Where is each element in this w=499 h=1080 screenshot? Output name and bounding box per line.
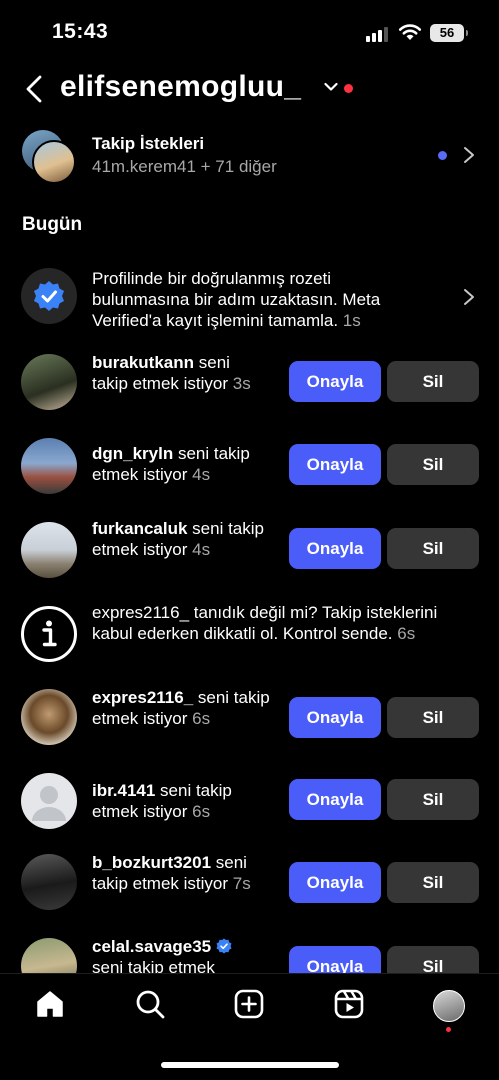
follow-request-item: ibr.4141 seni takip etmek istiyor 6s Ona… <box>0 771 499 833</box>
unread-dot <box>438 151 447 160</box>
header: elifsenemogluu_ <box>0 64 499 116</box>
avatar[interactable] <box>21 854 77 910</box>
request-username[interactable]: furkancaluk <box>92 519 187 538</box>
request-text: dgn_kryln seni takip etmek istiyor 4s <box>92 443 282 485</box>
profile-avatar[interactable] <box>433 990 465 1022</box>
verified-badge-icon <box>34 281 64 311</box>
request-text: celal.savage35 seni takip etmek <box>92 936 282 976</box>
request-username[interactable]: burakutkann <box>92 353 194 372</box>
request-username[interactable]: dgn_kryln <box>92 444 173 463</box>
request-username[interactable]: celal.savage35 <box>92 937 211 956</box>
request-time: 6s <box>192 709 211 728</box>
cellular-signal-icon <box>366 26 392 42</box>
create-icon[interactable] <box>233 988 265 1020</box>
request-text: furkancaluk seni takip etmek istiyor 4s <box>92 518 270 560</box>
delete-button[interactable]: Sil <box>387 779 479 820</box>
request-time: 7s <box>232 874 251 893</box>
home-icon[interactable] <box>34 988 66 1020</box>
request-text: expres2116_ seni takip etmek istiyor 6s <box>92 687 270 729</box>
status-bar: 15:43 56 <box>0 0 499 64</box>
chevron-right-icon <box>464 147 474 163</box>
avatar[interactable] <box>21 354 77 410</box>
delete-button[interactable]: Sil <box>387 528 479 569</box>
request-username[interactable]: b_bozkurt3201 <box>92 853 211 872</box>
chevron-right-icon <box>464 289 474 305</box>
safety-username: expres2116_ <box>92 603 190 622</box>
approve-button[interactable]: Onayla <box>289 528 381 569</box>
account-notification-dot <box>344 84 353 93</box>
verified-badge-avatar <box>21 268 77 324</box>
battery-indicator: 56 <box>430 24 468 42</box>
follow-requests-row[interactable]: Takip İstekleri 41m.kerem41 + 71 diğer <box>0 128 499 186</box>
approve-button[interactable]: Onayla <box>289 361 381 402</box>
notice-time: 1s <box>342 311 361 330</box>
request-text: burakutkann seni takip etmek istiyor 3s <box>92 352 270 394</box>
request-text: b_bozkurt3201 seni takip etmek istiyor 7… <box>92 852 282 894</box>
follow-request-item: dgn_kryln seni takip etmek istiyor 4s On… <box>0 436 499 498</box>
safety-text: expres2116_ tanıdık değil mi? Takip iste… <box>92 602 472 644</box>
notice-message: Profilinde bir doğrulanmış rozeti bulunm… <box>92 269 381 330</box>
stacked-avatars <box>22 130 76 184</box>
request-time: 6s <box>192 802 211 821</box>
safety-time: 6s <box>397 624 416 643</box>
follow-request-item: b_bozkurt3201 seni takip etmek istiyor 7… <box>0 852 499 918</box>
delete-button[interactable]: Sil <box>387 444 479 485</box>
avatar[interactable] <box>21 438 77 494</box>
meta-verified-notification[interactable]: Profilinde bir doğrulanmış rozeti bulunm… <box>0 266 499 332</box>
status-time: 15:43 <box>52 20 109 43</box>
delete-button[interactable]: Sil <box>387 361 479 402</box>
verified-check-icon <box>216 938 232 954</box>
info-icon <box>21 606 77 662</box>
profile-notification-dot <box>446 1027 451 1032</box>
approve-button[interactable]: Onayla <box>289 779 381 820</box>
section-title-today: Bugün <box>22 214 83 235</box>
request-text: ibr.4141 seni takip etmek istiyor 6s <box>92 780 282 822</box>
request-username[interactable]: ibr.4141 <box>92 781 155 800</box>
chevron-down-icon[interactable] <box>324 82 338 92</box>
follow-request-item: burakutkann seni takip etmek istiyor 3s … <box>0 352 499 414</box>
approve-button[interactable]: Onayla <box>289 862 381 903</box>
meta-verified-text: Profilinde bir doğrulanmış rozeti bulunm… <box>92 268 432 331</box>
search-icon[interactable] <box>134 988 166 1020</box>
delete-button[interactable]: Sil <box>387 946 479 976</box>
follow-requests-title: Takip İstekleri <box>92 134 205 153</box>
approve-button[interactable]: Onayla <box>289 946 381 976</box>
request-time: 3s <box>232 374 251 393</box>
delete-button[interactable]: Sil <box>387 697 479 738</box>
account-username[interactable]: elifsenemogluu_ <box>60 70 301 104</box>
safety-notification[interactable]: expres2116_ tanıdık değil mi? Takip iste… <box>0 602 499 668</box>
request-time: 4s <box>192 465 211 484</box>
follow-request-item: furkancaluk seni takip etmek istiyor 4s … <box>0 518 499 584</box>
home-indicator <box>161 1062 339 1068</box>
default-avatar[interactable] <box>21 773 77 829</box>
avatar[interactable] <box>21 938 77 976</box>
avatar[interactable] <box>21 522 77 578</box>
wifi-icon <box>398 24 422 40</box>
approve-button[interactable]: Onayla <box>289 697 381 738</box>
info-glyph-icon <box>42 620 57 647</box>
approve-button[interactable]: Onayla <box>289 444 381 485</box>
follow-requests-subtitle: 41m.kerem41 + 71 diğer <box>92 157 277 176</box>
avatar <box>32 140 76 184</box>
request-time: 4s <box>192 540 211 559</box>
follow-request-item: celal.savage35 seni takip etmek Onayla S… <box>0 936 499 976</box>
avatar[interactable] <box>21 689 77 745</box>
reels-icon[interactable] <box>333 988 365 1020</box>
back-arrow-icon[interactable] <box>22 74 48 104</box>
delete-button[interactable]: Sil <box>387 862 479 903</box>
follow-request-item: expres2116_ seni takip etmek istiyor 6s … <box>0 687 499 753</box>
person-icon <box>32 786 66 821</box>
request-username[interactable]: expres2116_ <box>92 688 193 707</box>
